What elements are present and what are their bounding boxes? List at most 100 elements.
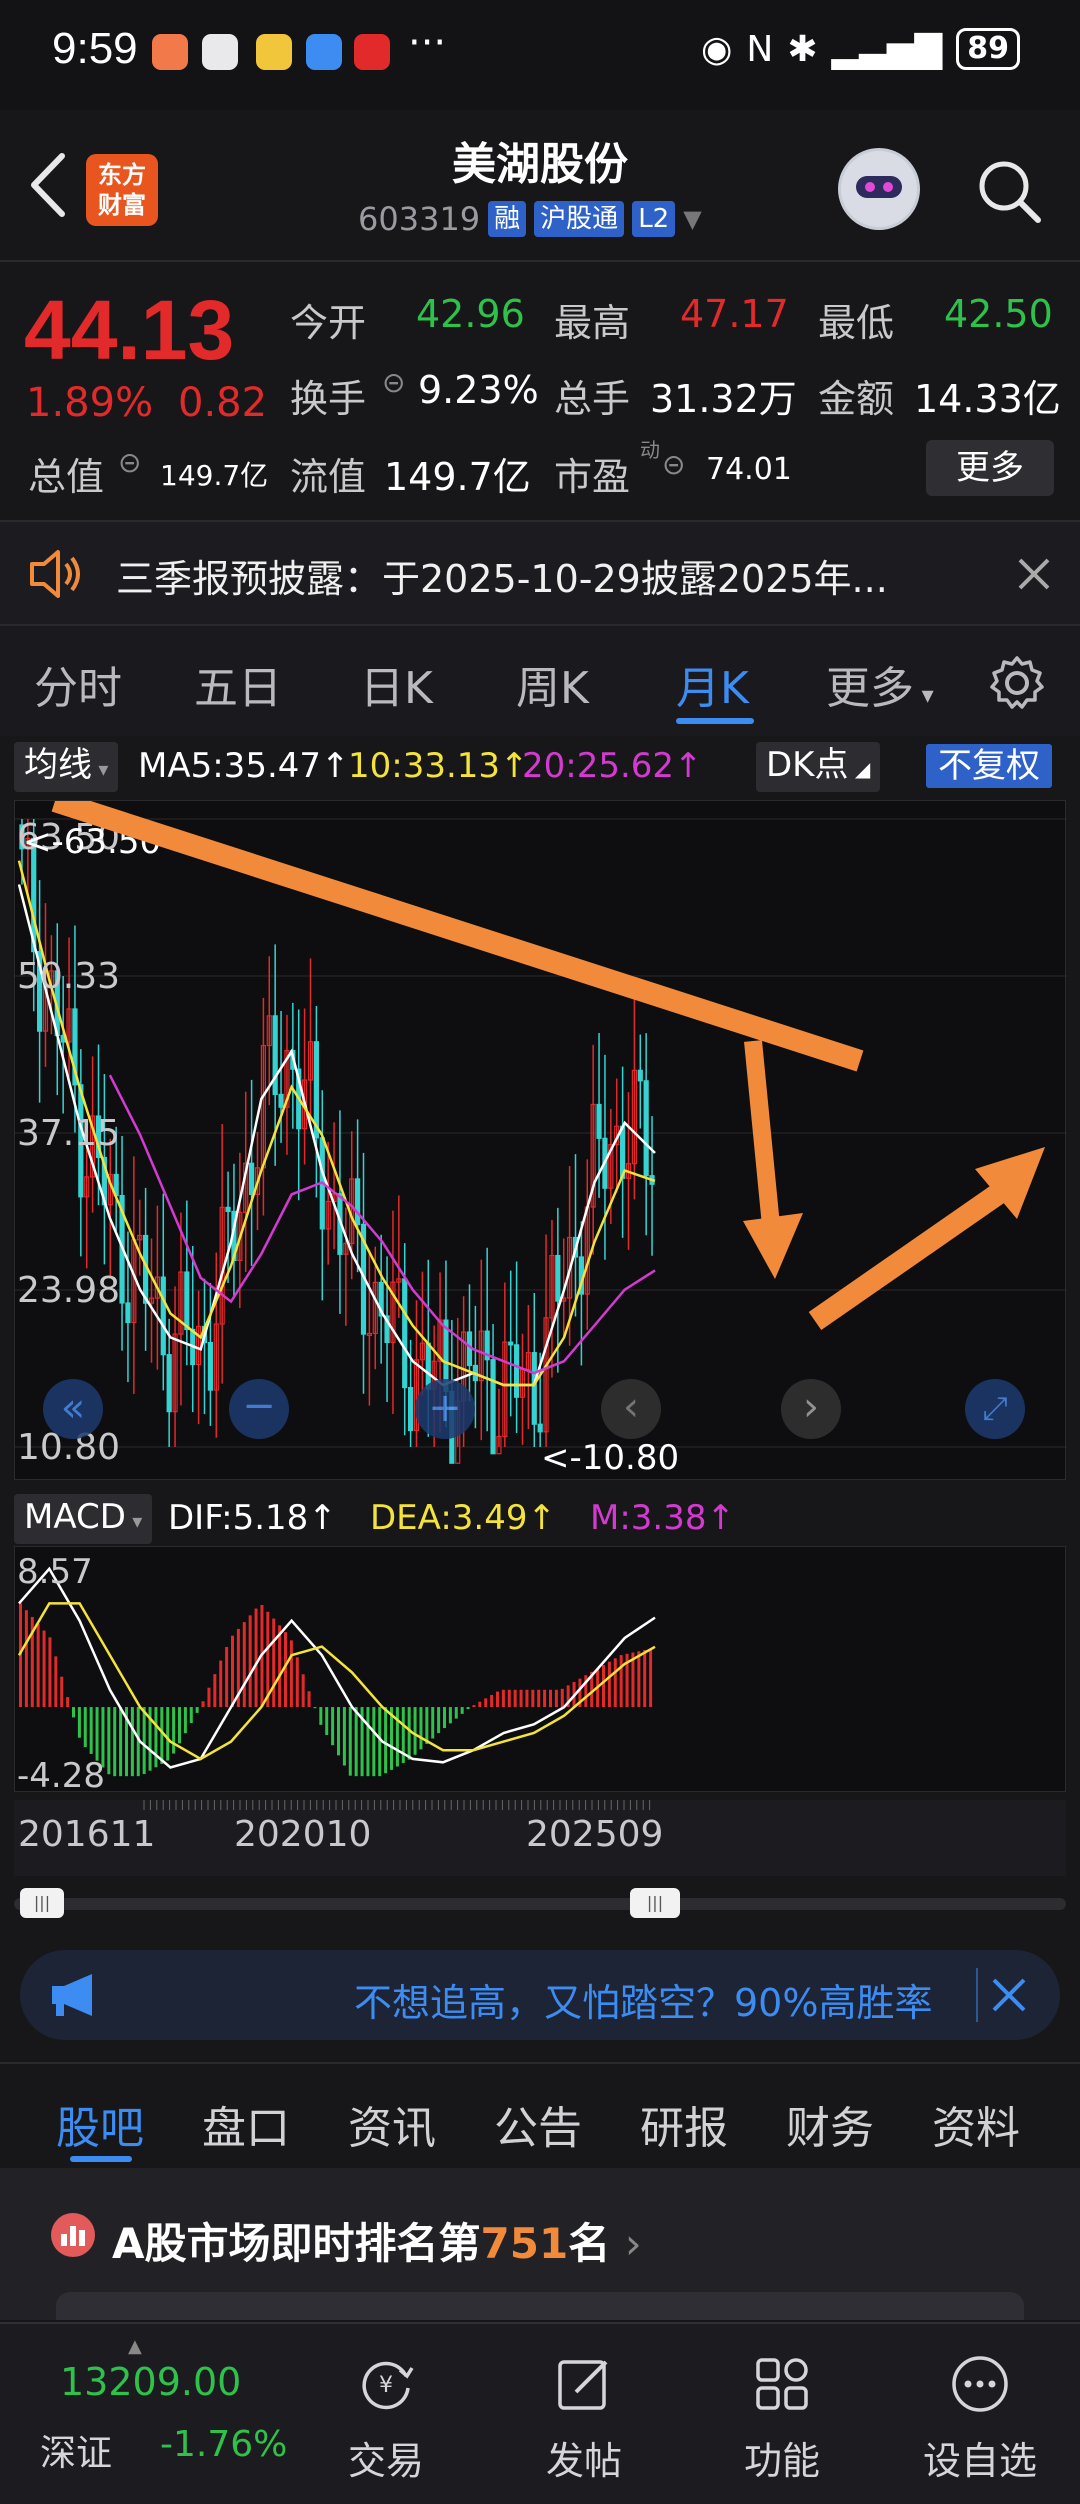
fullscreen-icon[interactable]: ⤢ bbox=[965, 1379, 1025, 1439]
macd-histogram-bar bbox=[607, 1661, 611, 1708]
index-ticker[interactable]: ▲ 13209.00 深证 -1.76% bbox=[0, 2324, 320, 2504]
slider-left-handle[interactable]: ||| bbox=[20, 1888, 64, 1918]
tab-daily-k[interactable]: 日K bbox=[360, 652, 433, 716]
dif-value: DIF:5.18↑ bbox=[168, 1498, 337, 1538]
kline-chart[interactable]: 63.50 50.33 37.15 23.98 10.80 <-63.50 <-10.80 … bbox=[14, 800, 1067, 1480]
macd-histogram-bar bbox=[637, 1651, 641, 1708]
macd-select-button[interactable]: MACD ▾ bbox=[14, 1494, 153, 1544]
nav-add-watchlist[interactable]: 设自选 bbox=[880, 2324, 1080, 2504]
tab-research[interactable]: 研报 bbox=[640, 2092, 728, 2156]
svg-text:¥: ¥ bbox=[379, 2373, 393, 2398]
rank-text: A股市场即时排名第751名 › bbox=[112, 2219, 642, 2268]
megaphone-icon bbox=[52, 1974, 92, 2016]
tab-weekly-k[interactable]: 周K bbox=[516, 652, 589, 716]
amount-label: 金额 bbox=[818, 377, 895, 421]
next-icon[interactable]: › bbox=[781, 1379, 841, 1439]
stock-code: 603319 bbox=[358, 200, 481, 238]
macd-histogram-bar bbox=[307, 1691, 311, 1708]
volume-value: 31.32万 bbox=[650, 377, 797, 421]
content-tabs: 股吧 盘口 资讯 公告 研报 财务 资料 bbox=[0, 2062, 1080, 2168]
prev-icon[interactable]: ‹ bbox=[601, 1379, 661, 1439]
slider-track bbox=[14, 1898, 1066, 1910]
adjust-toggle[interactable]: 不复权 bbox=[926, 744, 1052, 788]
tab-monthly-k[interactable]: 月K bbox=[676, 652, 749, 716]
macd-histogram-bar bbox=[319, 1707, 323, 1725]
search-icon[interactable] bbox=[976, 158, 1042, 224]
candle-body bbox=[125, 1302, 131, 1324]
change-percent: 1.89% bbox=[26, 380, 154, 426]
nav-functions[interactable]: 功能 bbox=[682, 2324, 882, 2504]
macd-histogram-bar bbox=[172, 1707, 176, 1754]
more-dots-icon bbox=[952, 2356, 1008, 2412]
macd-histogram-bar bbox=[201, 1701, 205, 1708]
macd-histogram-bar bbox=[337, 1707, 340, 1756]
market-rank-card[interactable]: A股市场即时排名第751名 › bbox=[0, 2168, 1080, 2320]
macd-histogram-bar bbox=[325, 1707, 329, 1735]
macd-histogram-bar bbox=[513, 1689, 517, 1708]
stock-code-line[interactable]: 603319 融 沪股通 L2 ▼ bbox=[358, 200, 702, 238]
gear-icon[interactable] bbox=[988, 654, 1046, 712]
nav-post[interactable]: 发帖 bbox=[484, 2324, 684, 2504]
range-slider[interactable]: ||| ||| bbox=[14, 1888, 1066, 1918]
nav-trade[interactable]: ¥ 交易 bbox=[286, 2324, 486, 2504]
slider-right-handle[interactable]: ||| bbox=[630, 1888, 680, 1918]
macd-histogram-bar bbox=[313, 1707, 317, 1709]
status-indicators: ◉ N ✱ ▂▃▅▇ 89 bbox=[701, 28, 1020, 70]
candle-body bbox=[555, 1254, 561, 1302]
more-button[interactable]: 更多 bbox=[926, 440, 1054, 496]
close-icon[interactable] bbox=[1016, 556, 1052, 592]
tab-more[interactable]: 更多 ▾ bbox=[826, 652, 934, 716]
candle-body bbox=[531, 1352, 537, 1425]
info-icon[interactable]: ⊝ bbox=[118, 446, 141, 479]
macd-histogram-bar bbox=[183, 1707, 187, 1734]
y-axis-label: 50.33 bbox=[17, 956, 120, 997]
macd-chart[interactable]: 8.57 -4.28 bbox=[14, 1546, 1066, 1793]
candle-body bbox=[596, 1103, 602, 1139]
promo-banner[interactable]: 不想追高，又怕踏空？90%高胜率 bbox=[20, 1950, 1060, 2040]
tab-five-day[interactable]: 五日 bbox=[194, 652, 282, 716]
macd-histogram-bar bbox=[490, 1694, 494, 1708]
macd-histogram-bar bbox=[189, 1707, 193, 1724]
macd-histogram-bar bbox=[419, 1707, 423, 1750]
candle-body bbox=[643, 1080, 649, 1177]
macd-histogram-bar bbox=[166, 1707, 170, 1761]
notification-app-icon bbox=[354, 34, 390, 70]
info-icon[interactable]: ⊝ bbox=[662, 448, 685, 481]
zoom-in-icon[interactable]: + bbox=[415, 1379, 475, 1439]
macd-histogram-bar bbox=[519, 1689, 523, 1708]
dk-point-button[interactable]: DK点 ◢ bbox=[756, 742, 881, 792]
tab-finance[interactable]: 财务 bbox=[786, 2092, 874, 2156]
macd-histogram-bar bbox=[130, 1707, 134, 1777]
rank-icon bbox=[51, 2213, 95, 2257]
notice-bar[interactable]: 三季报预披露：于2025-10-29披露2025年... bbox=[0, 520, 1080, 626]
promo-text: 不想追高，又怕踏空？90%高胜率 bbox=[354, 1981, 933, 2025]
candle-body bbox=[225, 1206, 231, 1213]
close-icon[interactable] bbox=[990, 1976, 1028, 2014]
robot-avatar-icon[interactable] bbox=[838, 148, 920, 230]
macd-histogram-bar bbox=[107, 1707, 111, 1775]
macd-histogram-bar bbox=[460, 1707, 464, 1714]
tab-announcements[interactable]: 公告 bbox=[494, 2092, 582, 2156]
info-icon[interactable]: ⊝ bbox=[382, 366, 405, 399]
macd-histogram-bar bbox=[348, 1707, 352, 1776]
tab-pankou[interactable]: 盘口 bbox=[202, 2092, 290, 2156]
macd-histogram-bar bbox=[619, 1655, 623, 1708]
macd-histogram-bar bbox=[154, 1707, 158, 1768]
macd-histogram-bar bbox=[278, 1625, 282, 1708]
scroll-left-icon[interactable]: « bbox=[43, 1379, 103, 1439]
tab-guba[interactable]: 股吧 bbox=[56, 2092, 144, 2156]
stock-header: 东方 财富 美湖股份 603319 融 沪股通 L2 ▼ bbox=[0, 110, 1080, 260]
zoom-out-icon[interactable]: − bbox=[229, 1379, 289, 1439]
candle-body bbox=[514, 1344, 520, 1398]
macd-histogram-bar bbox=[142, 1707, 146, 1775]
connect-tag: 沪股通 bbox=[534, 201, 625, 237]
macd-histogram-bar bbox=[543, 1689, 547, 1708]
last-price: 44.13 bbox=[24, 283, 235, 377]
ma-select-button[interactable]: 均线 ▾ bbox=[14, 742, 119, 792]
tab-profile[interactable]: 资料 bbox=[932, 2092, 1020, 2156]
tab-intraday[interactable]: 分时 bbox=[34, 652, 122, 716]
macd-histogram-bar bbox=[60, 1676, 64, 1708]
battery-icon: 89 bbox=[956, 28, 1020, 70]
tab-news[interactable]: 资讯 bbox=[348, 2092, 436, 2156]
macd-histogram-bar bbox=[549, 1689, 552, 1708]
